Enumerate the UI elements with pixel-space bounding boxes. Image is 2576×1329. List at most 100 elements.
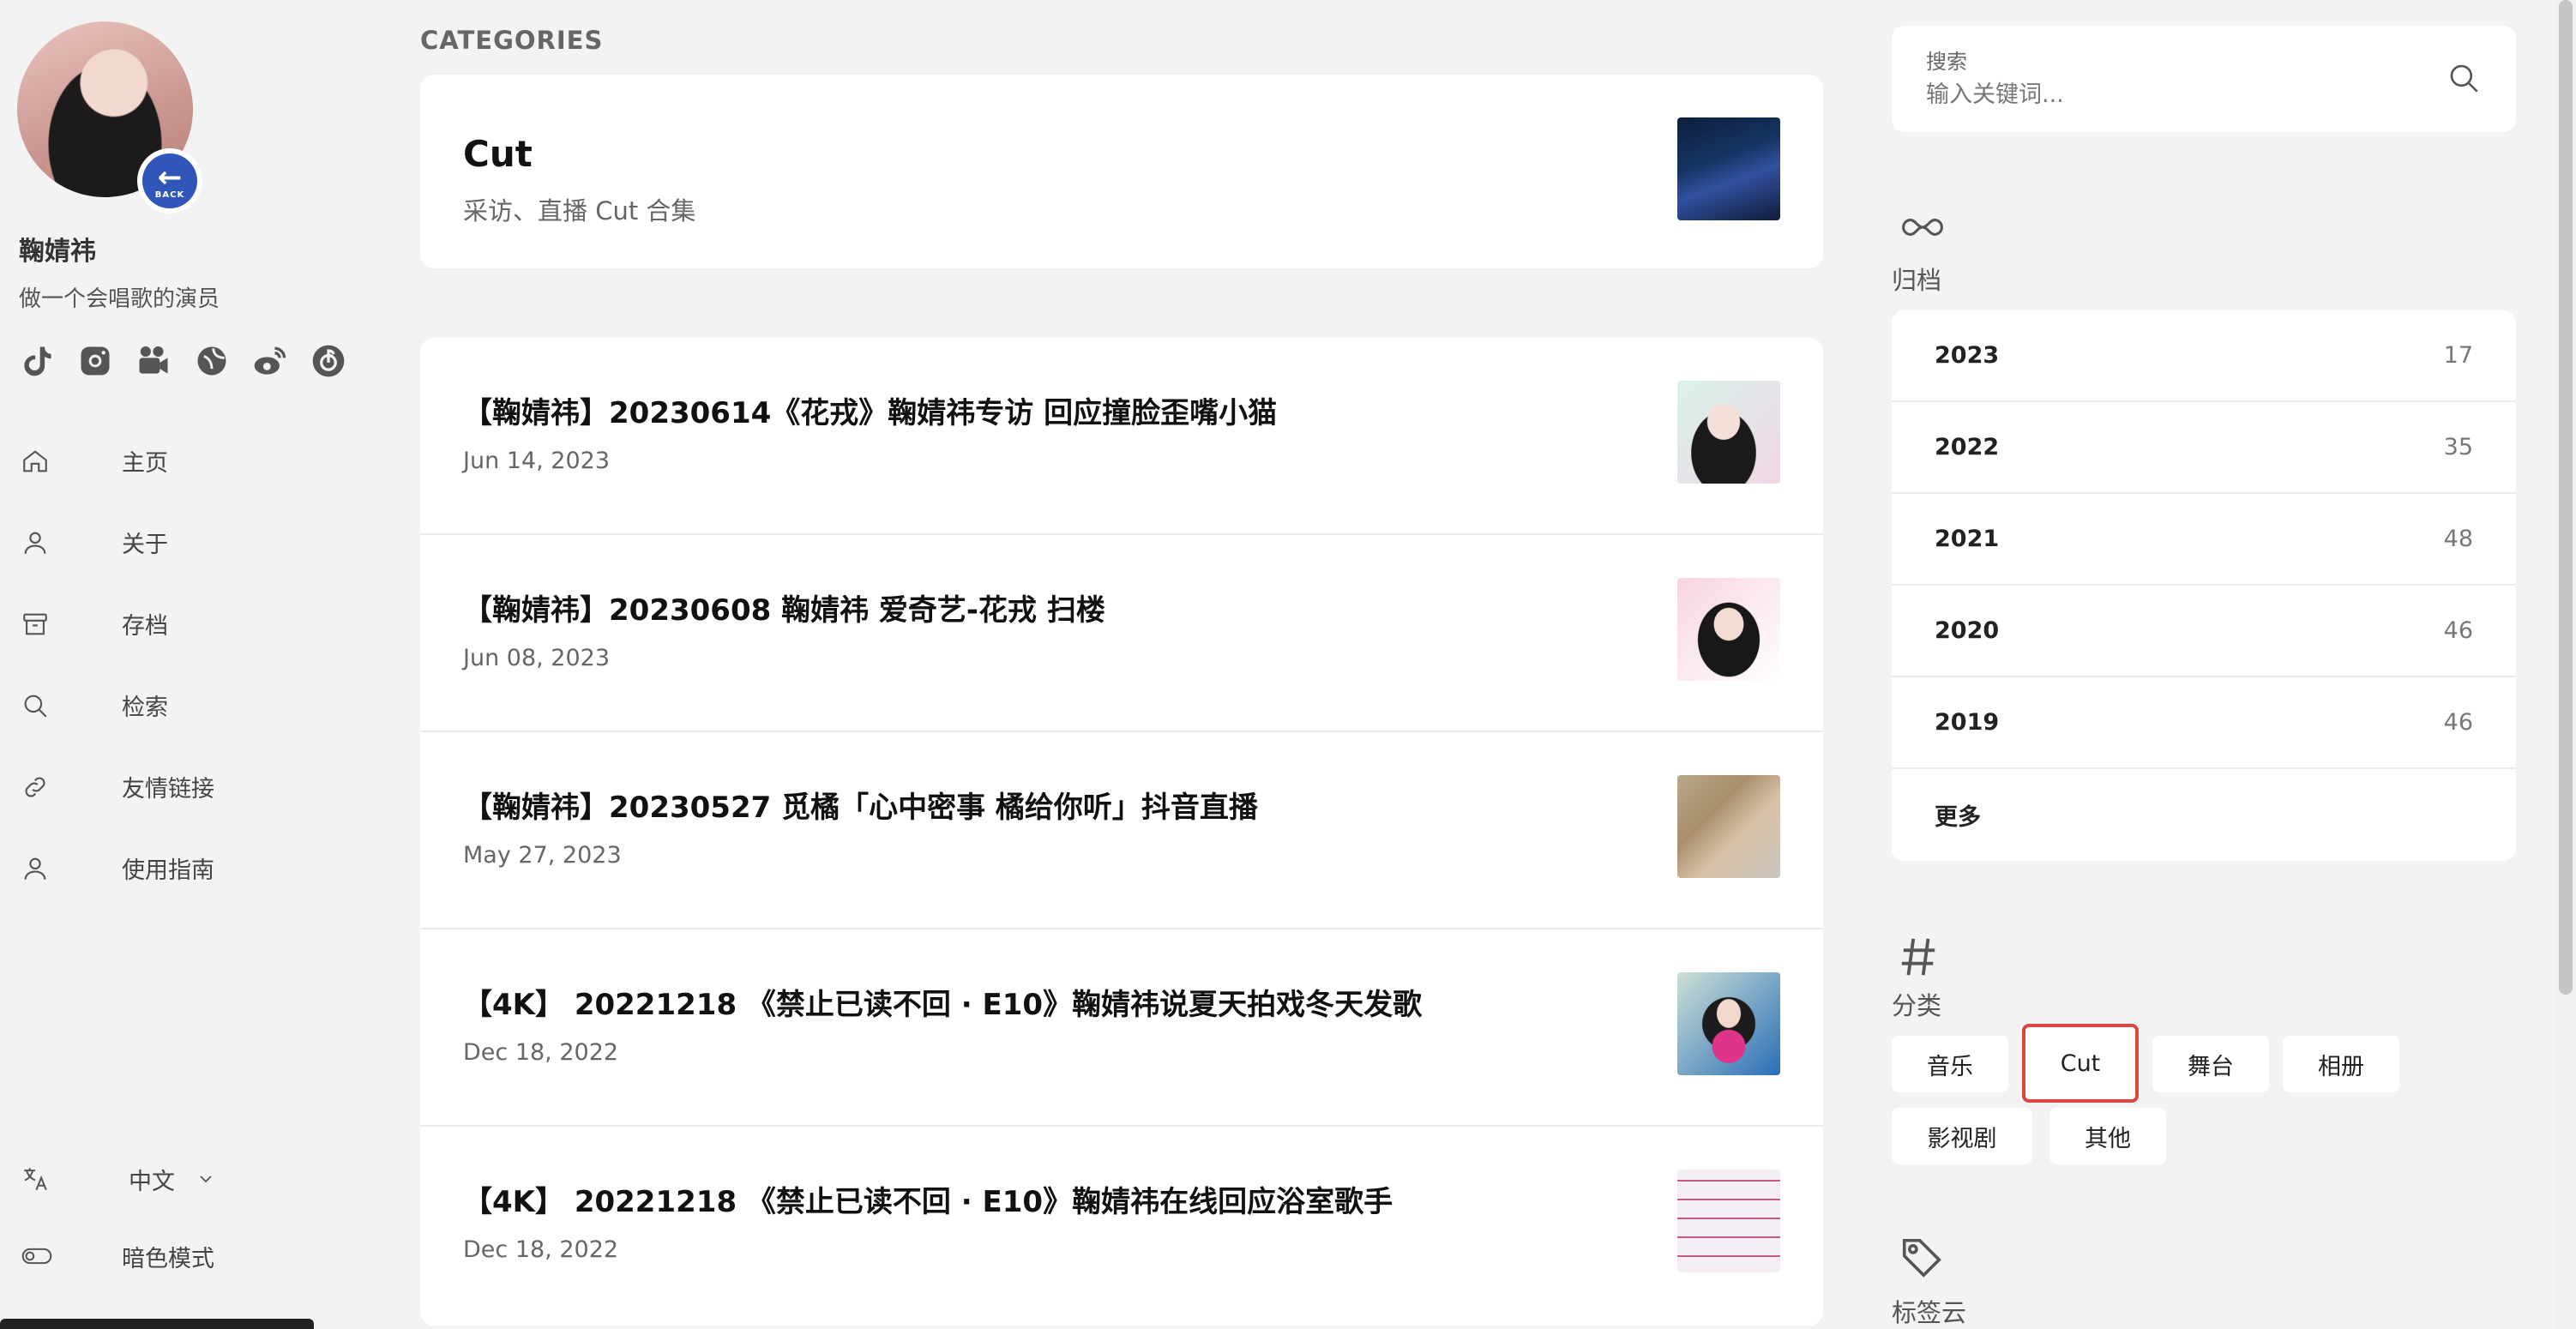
archive-item[interactable]: 2023 17 [1892,310,2516,402]
nav-item-label: 存档 [122,613,168,640]
post-title[interactable]: 【鞠婧祎】20230527 觅橘「心中密事 橘给你听」抖音直播 [463,784,1258,826]
hash-icon [1901,938,1935,976]
category-title: Cut [463,133,533,175]
nav-item-links[interactable]: 友情链接 [0,746,394,827]
video-camera-icon[interactable] [134,341,173,381]
archive-year: 2020 [1935,617,2000,644]
archive-more[interactable]: 更多 [1892,769,2516,861]
back-text: BACK [154,189,185,200]
post-item[interactable]: 【4K】 20221218 《禁止已读不回 · E10》鞠婧祎在线回应浴室歌手 … [420,1127,1823,1326]
archive-count: 46 [2443,709,2473,736]
person-icon [24,532,46,554]
category-tag-cut[interactable]: Cut [2022,1024,2139,1103]
section-label: CATEGORIES [420,26,604,55]
archive-widget-title: 归档 [1892,266,1942,295]
post-thumbnail[interactable] [1677,381,1780,484]
nav-item-label: 友情链接 [122,776,214,803]
post-thumbnail[interactable] [1677,775,1780,878]
post-date: Dec 18, 2022 [463,1039,619,1066]
post-title[interactable]: 【4K】 20221218 《禁止已读不回 · E10》鞠婧祎说夏天拍戏冬天发歌 [463,981,1422,1023]
archive-count: 35 [2443,434,2473,460]
category-tag-album[interactable]: 相册 [2283,1036,2399,1092]
archive-item[interactable]: 2019 46 [1892,677,2516,769]
avatar-link[interactable]: ← BACK [17,21,202,213]
post-thumbnail[interactable] [1677,972,1780,1075]
archive-icon [23,613,47,634]
archive-more-label: 更多 [1935,804,1981,831]
nav-item-label: 关于 [122,532,168,558]
category-description: 采访、直播 Cut 合集 [463,196,696,226]
page-scrollbar[interactable] [2555,0,2576,1329]
search-icon[interactable] [2446,60,2482,96]
post-title[interactable]: 【鞠婧祎】20230608 鞠婧祎 爱奇艺-花戎 扫楼 [463,586,1105,628]
dark-mode-toggle[interactable]: 暗色模式 [21,1235,214,1278]
category-tag-film-tv[interactable]: 影视剧 [1892,1108,2032,1164]
main-nav: 主页 关于 存档 检索 友情链接 使用指南 [0,420,394,909]
post-title[interactable]: 【4K】 20221218 《禁止已读不回 · E10》鞠婧祎在线回应浴室歌手 [463,1178,1393,1220]
category-tag-music[interactable]: 音乐 [1892,1036,2008,1092]
post-thumbnail[interactable] [1677,578,1780,681]
archive-count: 48 [2443,526,2473,552]
social-links [17,341,348,381]
post-date: Dec 18, 2022 [463,1236,619,1263]
scrollbar-thumb[interactable] [2559,0,2573,995]
category-tag-stage[interactable]: 舞台 [2152,1036,2269,1092]
post-date: May 27, 2023 [463,842,622,869]
toggle-icon [21,1248,52,1265]
archive-item[interactable]: 2020 46 [1892,586,2516,677]
nav-item-search[interactable]: 检索 [0,664,394,746]
post-item[interactable]: 【鞠婧祎】20230614《花戎》鞠婧祎专访 回应撞脸歪嘴小猫 Jun 14, … [420,338,1823,535]
category-header-card: Cut 采访、直播 Cut 合集 [420,75,1823,268]
nav-item-guide[interactable]: 使用指南 [0,827,394,909]
chevron-down-icon [200,1176,212,1183]
link-icon [25,776,45,797]
archive-list: 2023 17 2022 35 2021 48 2020 46 2019 46 … [1892,310,2516,861]
infinity-icon [1902,219,1943,236]
nav-item-label: 使用指南 [122,857,214,884]
post-item[interactable]: 【鞠婧祎】20230608 鞠婧祎 爱奇艺-花戎 扫楼 Jun 08, 2023 [420,535,1823,732]
archive-item[interactable]: 2022 35 [1892,402,2516,494]
home-icon [23,449,47,472]
nav-item-archive[interactable]: 存档 [0,583,394,664]
netease-music-icon[interactable] [309,341,348,381]
tag-cloud-title: 标签云 [1892,1298,1967,1327]
back-badge[interactable]: ← BACK [137,148,202,213]
bottom-bar [0,1319,314,1329]
post-list: 【鞠婧祎】20230614《花戎》鞠婧祎专访 回应撞脸歪嘴小猫 Jun 14, … [420,338,1823,1326]
post-title[interactable]: 【鞠婧祎】20230614《花戎》鞠婧祎专访 回应撞脸歪嘴小猫 [463,389,1277,431]
language-label: 中文 [129,1168,175,1195]
search-icon [24,695,47,718]
back-icon: ← BACK [142,153,197,208]
post-date: Jun 14, 2023 [463,448,611,474]
post-date: Jun 08, 2023 [463,645,611,671]
language-select[interactable]: 中文 [21,1158,216,1200]
instagram-icon[interactable] [75,341,115,381]
archive-year: 2019 [1935,709,2000,736]
archive-year: 2023 [1935,342,2000,369]
site-title[interactable]: 鞠婧祎 [19,230,96,268]
post-thumbnail[interactable] [1677,1170,1780,1272]
archive-year: 2022 [1935,434,2000,460]
category-widget-title: 分类 [1892,991,1942,1020]
category-thumbnail [1677,117,1780,220]
archive-count: 46 [2443,617,2473,644]
nav-item-about[interactable]: 关于 [0,502,394,583]
nav-item-label: 检索 [122,695,168,721]
tiktok-icon[interactable] [17,341,57,381]
nav-item-label: 主页 [122,450,168,477]
archive-item[interactable]: 2021 48 [1892,494,2516,586]
search-input[interactable] [1926,75,2406,113]
planet-icon[interactable] [192,341,232,381]
post-item[interactable]: 【4K】 20221218 《禁止已读不回 · E10》鞠婧祎说夏天拍戏冬天发歌… [420,929,1823,1127]
post-item[interactable]: 【鞠婧祎】20230527 觅橘「心中密事 橘给你听」抖音直播 May 27, … [420,732,1823,929]
tag-icon [1902,1238,1941,1278]
category-tag-other[interactable]: 其他 [2049,1108,2166,1164]
translate-icon [24,1168,47,1191]
site-subtitle: 做一个会唱歌的演员 [19,286,220,312]
archive-count: 17 [2443,342,2473,369]
nav-item-home[interactable]: 主页 [0,420,394,502]
left-sidebar: ← BACK 鞠婧祎 做一个会唱歌的演员 主页 关于 存档 检索 友情链接 使用… [0,0,394,1329]
search-widget[interactable]: 搜索 [1892,26,2516,132]
dark-mode-label: 暗色模式 [122,1245,214,1272]
weibo-icon[interactable] [250,341,290,381]
